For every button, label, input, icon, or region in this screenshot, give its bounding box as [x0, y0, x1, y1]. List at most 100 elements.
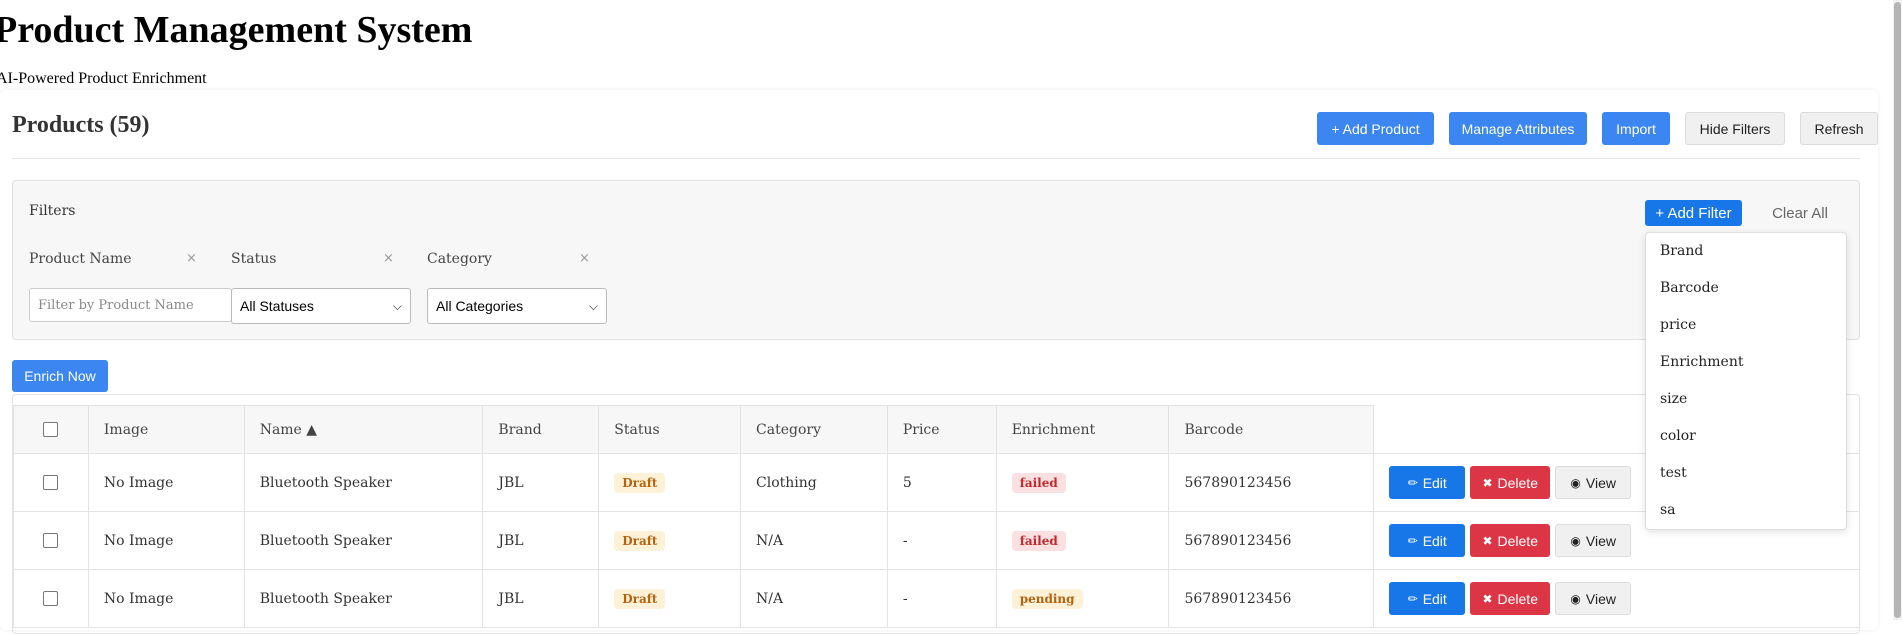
column-header-name[interactable]: Name ▲ — [243, 405, 484, 454]
edit-button[interactable]: ✏ Edit — [1389, 524, 1466, 557]
filter-option-enrichment[interactable]: Enrichment — [1646, 344, 1846, 381]
category-cell: N/A — [740, 511, 888, 570]
brand-cell: JBL — [482, 453, 600, 512]
filter-option-test[interactable]: test — [1646, 455, 1846, 492]
enrichment-cell: failed — [995, 453, 1170, 512]
column-header-price[interactable]: Price — [886, 405, 997, 454]
hide-filters-button[interactable]: Hide Filters — [1685, 112, 1785, 145]
scrollbar-thumb[interactable] — [1894, 2, 1901, 618]
product-name-filter-input[interactable] — [29, 288, 232, 322]
status-cell: Draft — [598, 569, 742, 628]
column-header-image: Image — [87, 405, 245, 454]
name-cell: Bluetooth Speaker — [243, 569, 484, 628]
status-cell: Draft — [598, 453, 742, 512]
row-select-cell — [13, 453, 89, 512]
table-row: No Image Bluetooth Speaker JBL Draft N/A… — [13, 569, 1859, 628]
app-subtitle: AI-Powered Product Enrichment — [0, 70, 207, 87]
name-cell: Bluetooth Speaker — [243, 511, 484, 570]
status-badge: Draft — [614, 472, 666, 493]
trash-icon: ✖ — [1482, 591, 1493, 606]
category-filter-value: All Categories — [436, 298, 524, 314]
filter-option-barcode[interactable]: Barcode — [1646, 270, 1846, 307]
products-title: Products (59) — [12, 112, 150, 138]
delete-button-label: Delete — [1497, 474, 1538, 491]
filter-option-color[interactable]: color — [1646, 418, 1846, 455]
filter-option-sa[interactable]: sa — [1646, 492, 1846, 529]
name-cell: Bluetooth Speaker — [243, 453, 484, 512]
column-header-enrichment[interactable]: Enrichment — [995, 405, 1170, 454]
status-badge: Draft — [614, 530, 666, 551]
row-checkbox[interactable] — [43, 533, 59, 548]
image-cell: No Image — [87, 453, 245, 512]
edit-button[interactable]: ✏ Edit — [1389, 582, 1466, 615]
select-all-header — [13, 405, 89, 454]
price-cell: 5 — [886, 453, 997, 512]
eye-icon: ◉ — [1570, 475, 1581, 490]
view-button-label: View — [1585, 590, 1616, 607]
price-cell: - — [886, 569, 997, 628]
page-scrollbar[interactable] — [1893, 0, 1902, 620]
delete-button[interactable]: ✖ Delete — [1470, 582, 1551, 615]
filters-label: Filters — [29, 203, 76, 219]
category-cell: Clothing — [740, 453, 888, 512]
trash-icon: ✖ — [1482, 533, 1493, 548]
row-checkbox[interactable] — [43, 475, 59, 490]
image-cell: No Image — [87, 569, 245, 628]
edit-button-label: Edit — [1422, 532, 1447, 549]
category-cell: N/A — [740, 569, 888, 628]
brand-cell: JBL — [482, 569, 600, 628]
view-button[interactable]: ◉ View — [1555, 582, 1632, 615]
column-header-status[interactable]: Status — [598, 405, 742, 454]
filter-option-price[interactable]: price — [1646, 307, 1846, 344]
delete-button-label: Delete — [1497, 532, 1538, 549]
column-header-category[interactable]: Category — [740, 405, 888, 454]
edit-button[interactable]: ✏ Edit — [1389, 466, 1466, 499]
add-filter-button[interactable]: + Add Filter — [1645, 200, 1742, 226]
column-header-barcode[interactable]: Barcode — [1168, 405, 1375, 454]
enrich-now-button[interactable]: Enrich Now — [12, 360, 108, 392]
clear-all-button[interactable]: Clear All — [1760, 200, 1840, 226]
add-filter-dropdown: Brand Barcode price Enrichment size colo… — [1645, 232, 1847, 530]
enrichment-cell: pending — [995, 569, 1170, 628]
filter-option-brand[interactable]: Brand — [1646, 233, 1846, 270]
add-product-button[interactable]: + Add Product — [1317, 112, 1434, 145]
pencil-icon: ✏ — [1407, 533, 1418, 548]
import-button[interactable]: Import — [1602, 112, 1670, 145]
remove-status-filter-icon[interactable]: × — [383, 251, 394, 266]
refresh-button[interactable]: Refresh — [1800, 112, 1878, 145]
trash-icon: ✖ — [1482, 475, 1493, 490]
edit-button-label: Edit — [1422, 474, 1447, 491]
products-table: Image Name ▲ Brand Status Category Price… — [13, 405, 1859, 628]
manage-attributes-button[interactable]: Manage Attributes — [1449, 112, 1587, 145]
status-filter-value: All Statuses — [240, 298, 314, 314]
delete-button[interactable]: ✖ Delete — [1470, 466, 1551, 499]
barcode-cell: 567890123456 — [1168, 453, 1375, 512]
row-select-cell — [13, 569, 89, 628]
status-filter-label: Status — [231, 251, 277, 267]
filter-option-size[interactable]: size — [1646, 381, 1846, 418]
remove-category-filter-icon[interactable]: × — [579, 251, 590, 266]
status-filter-select[interactable]: All Statuses ⌵ — [231, 288, 411, 324]
price-cell: - — [886, 511, 997, 570]
remove-product-name-filter-icon[interactable]: × — [186, 251, 197, 266]
delete-button[interactable]: ✖ Delete — [1470, 524, 1551, 557]
row-checkbox[interactable] — [43, 591, 59, 606]
enrichment-badge: pending — [1011, 588, 1083, 609]
header-divider — [12, 158, 1860, 159]
enrichment-badge: failed — [1011, 472, 1066, 493]
chevron-down-icon: ⌵ — [588, 298, 598, 313]
table-header-row: Image Name ▲ Brand Status Category Price… — [13, 405, 1859, 454]
pencil-icon: ✏ — [1407, 591, 1418, 606]
view-button[interactable]: ◉ View — [1555, 524, 1632, 557]
column-header-brand[interactable]: Brand — [482, 405, 600, 454]
barcode-cell: 567890123456 — [1168, 511, 1375, 570]
category-filter-label: Category — [427, 251, 492, 267]
eye-icon: ◉ — [1570, 533, 1581, 548]
app-title: Product Management System — [0, 9, 473, 51]
category-filter-select[interactable]: All Categories ⌵ — [427, 288, 607, 324]
product-name-filter-label: Product Name — [29, 251, 132, 267]
view-button-label: View — [1585, 532, 1616, 549]
select-all-checkbox[interactable] — [43, 422, 59, 437]
actions-cell: ✏ Edit ✖ Delete ◉ View — [1373, 569, 1859, 628]
view-button[interactable]: ◉ View — [1555, 466, 1632, 499]
